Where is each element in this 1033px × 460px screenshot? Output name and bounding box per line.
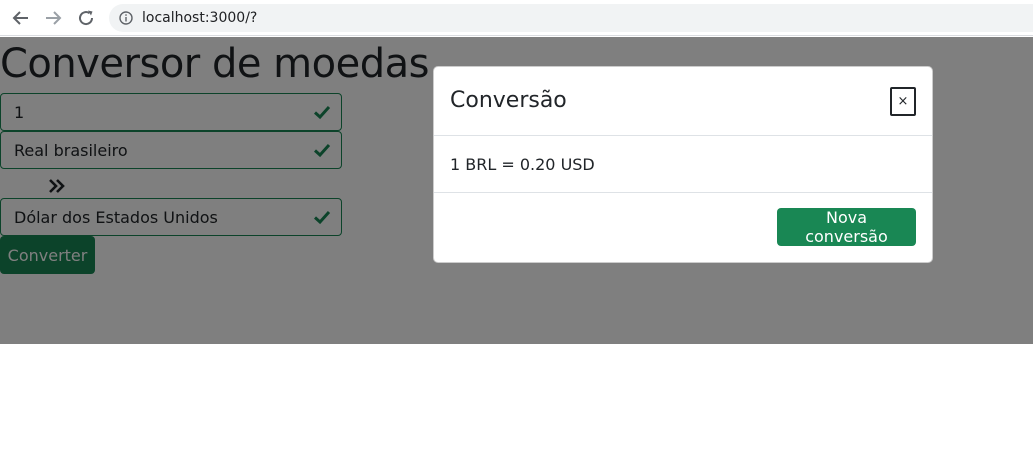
- forward-button[interactable]: [42, 7, 64, 29]
- url-text: localhost:3000/?: [142, 10, 258, 26]
- close-button[interactable]: ×: [890, 87, 916, 116]
- browser-toolbar: localhost:3000/?: [0, 0, 1033, 36]
- modal-body: 1 BRL = 0.20 USD: [434, 137, 932, 193]
- modal-header: Conversão: [434, 67, 932, 136]
- modal-title: Conversão: [450, 88, 567, 113]
- reload-button[interactable]: [75, 7, 97, 29]
- reload-icon: [79, 10, 94, 26]
- arrow-right-icon: [46, 11, 62, 25]
- back-button[interactable]: [10, 7, 32, 29]
- address-bar[interactable]: localhost:3000/?: [109, 4, 1033, 32]
- conversion-modal: Conversão × 1 BRL = 0.20 USD Nova conver…: [433, 66, 933, 263]
- arrow-left-icon: [12, 11, 28, 25]
- new-conversion-button[interactable]: Nova conversão: [777, 208, 916, 246]
- conversion-result: 1 BRL = 0.20 USD: [450, 155, 595, 174]
- info-icon[interactable]: [119, 11, 133, 25]
